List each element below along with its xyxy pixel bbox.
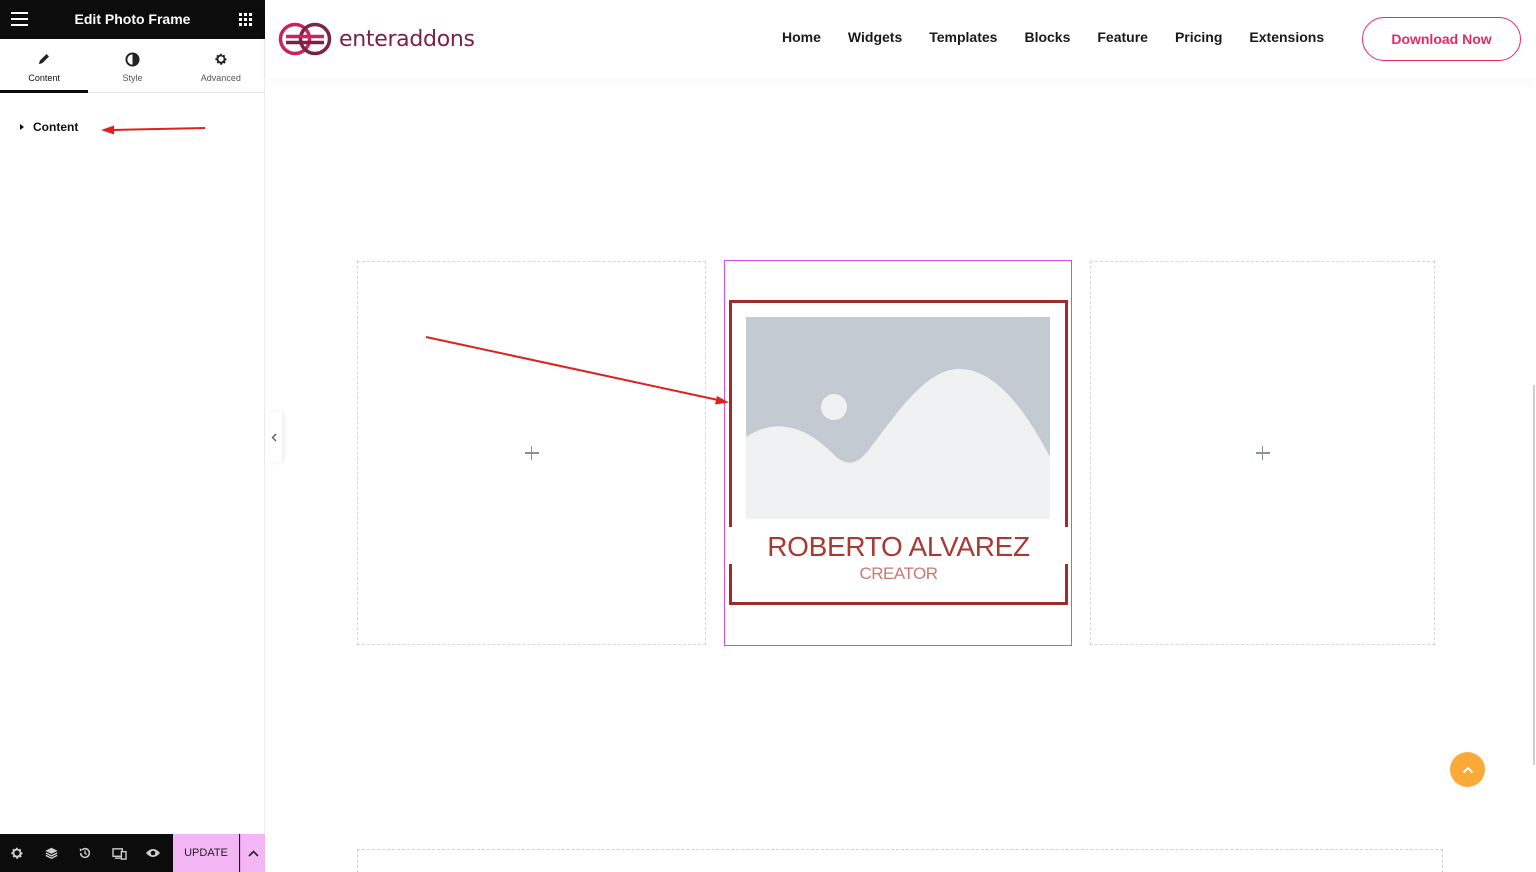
content-section-label: Content — [33, 120, 79, 134]
settings-icon[interactable] — [0, 834, 34, 872]
download-now-button[interactable]: Download Now — [1362, 17, 1521, 61]
add-element-plus-icon[interactable] — [523, 444, 541, 462]
chevron-left-icon — [271, 433, 276, 441]
frame-role: CREATOR — [859, 564, 938, 583]
enteraddons-logo-icon — [278, 22, 332, 56]
back-to-top-button[interactable] — [1450, 752, 1485, 787]
panel-collapse-toggle[interactable] — [265, 412, 282, 462]
chevron-up-icon[interactable] — [240, 834, 265, 872]
history-icon[interactable] — [68, 834, 102, 872]
nav-pricing[interactable]: Pricing — [1175, 29, 1222, 45]
tab-style[interactable]: Style — [88, 39, 176, 92]
new-section-dropzone[interactable] — [357, 849, 1443, 872]
responsive-icon[interactable] — [102, 834, 136, 872]
layers-icon[interactable] — [34, 834, 68, 872]
photo-frame-widget[interactable]: ROBERTO ALVAREZ CREATOR — [729, 300, 1068, 605]
editor-panel: Edit Photo Frame Content Style Advanced … — [0, 0, 265, 872]
frame-name: ROBERTO ALVAREZ — [767, 531, 1030, 562]
add-element-plus-icon[interactable] — [1254, 444, 1272, 462]
pencil-icon — [0, 51, 88, 67]
chevron-up-icon — [1462, 766, 1473, 773]
widgets-grid-icon[interactable] — [239, 13, 252, 26]
tab-content-label: Content — [28, 73, 60, 83]
nav-templates[interactable]: Templates — [929, 29, 997, 45]
panel-footer: UPDATE — [0, 834, 265, 872]
page-scrollbar[interactable] — [1533, 385, 1535, 765]
site-logo[interactable]: enteraddons — [278, 22, 475, 56]
nav-widgets[interactable]: Widgets — [848, 29, 902, 45]
nav-blocks[interactable]: Blocks — [1024, 29, 1070, 45]
nav-feature[interactable]: Feature — [1097, 29, 1148, 45]
update-button[interactable]: UPDATE — [173, 834, 239, 872]
panel-tabs: Content Style Advanced — [0, 39, 265, 93]
content-section-toggle[interactable]: Content — [20, 120, 78, 134]
tab-advanced-label: Advanced — [200, 73, 241, 83]
eye-icon[interactable] — [136, 834, 170, 872]
main-nav: Home Widgets Templates Blocks Feature Pr… — [782, 29, 1351, 45]
gear-icon — [177, 51, 265, 67]
nav-extensions[interactable]: Extensions — [1249, 29, 1324, 45]
tab-content[interactable]: Content — [0, 39, 89, 93]
panel-title: Edit Photo Frame — [74, 11, 191, 27]
empty-column-left — [357, 261, 706, 645]
panel-header: Edit Photo Frame — [0, 0, 265, 39]
caret-right-icon — [20, 124, 24, 130]
logo-wordmark: enteraddons — [339, 26, 475, 52]
placeholder-image-icon — [746, 317, 1050, 519]
empty-column-right — [1090, 261, 1435, 645]
tab-advanced[interactable]: Advanced — [177, 39, 265, 92]
site-header: enteraddons Home Widgets Templates Block… — [266, 0, 1536, 78]
tab-style-label: Style — [122, 73, 143, 83]
contrast-icon — [88, 51, 176, 67]
selected-column[interactable]: ROBERTO ALVAREZ CREATOR — [724, 260, 1072, 646]
nav-home[interactable]: Home — [782, 29, 821, 45]
